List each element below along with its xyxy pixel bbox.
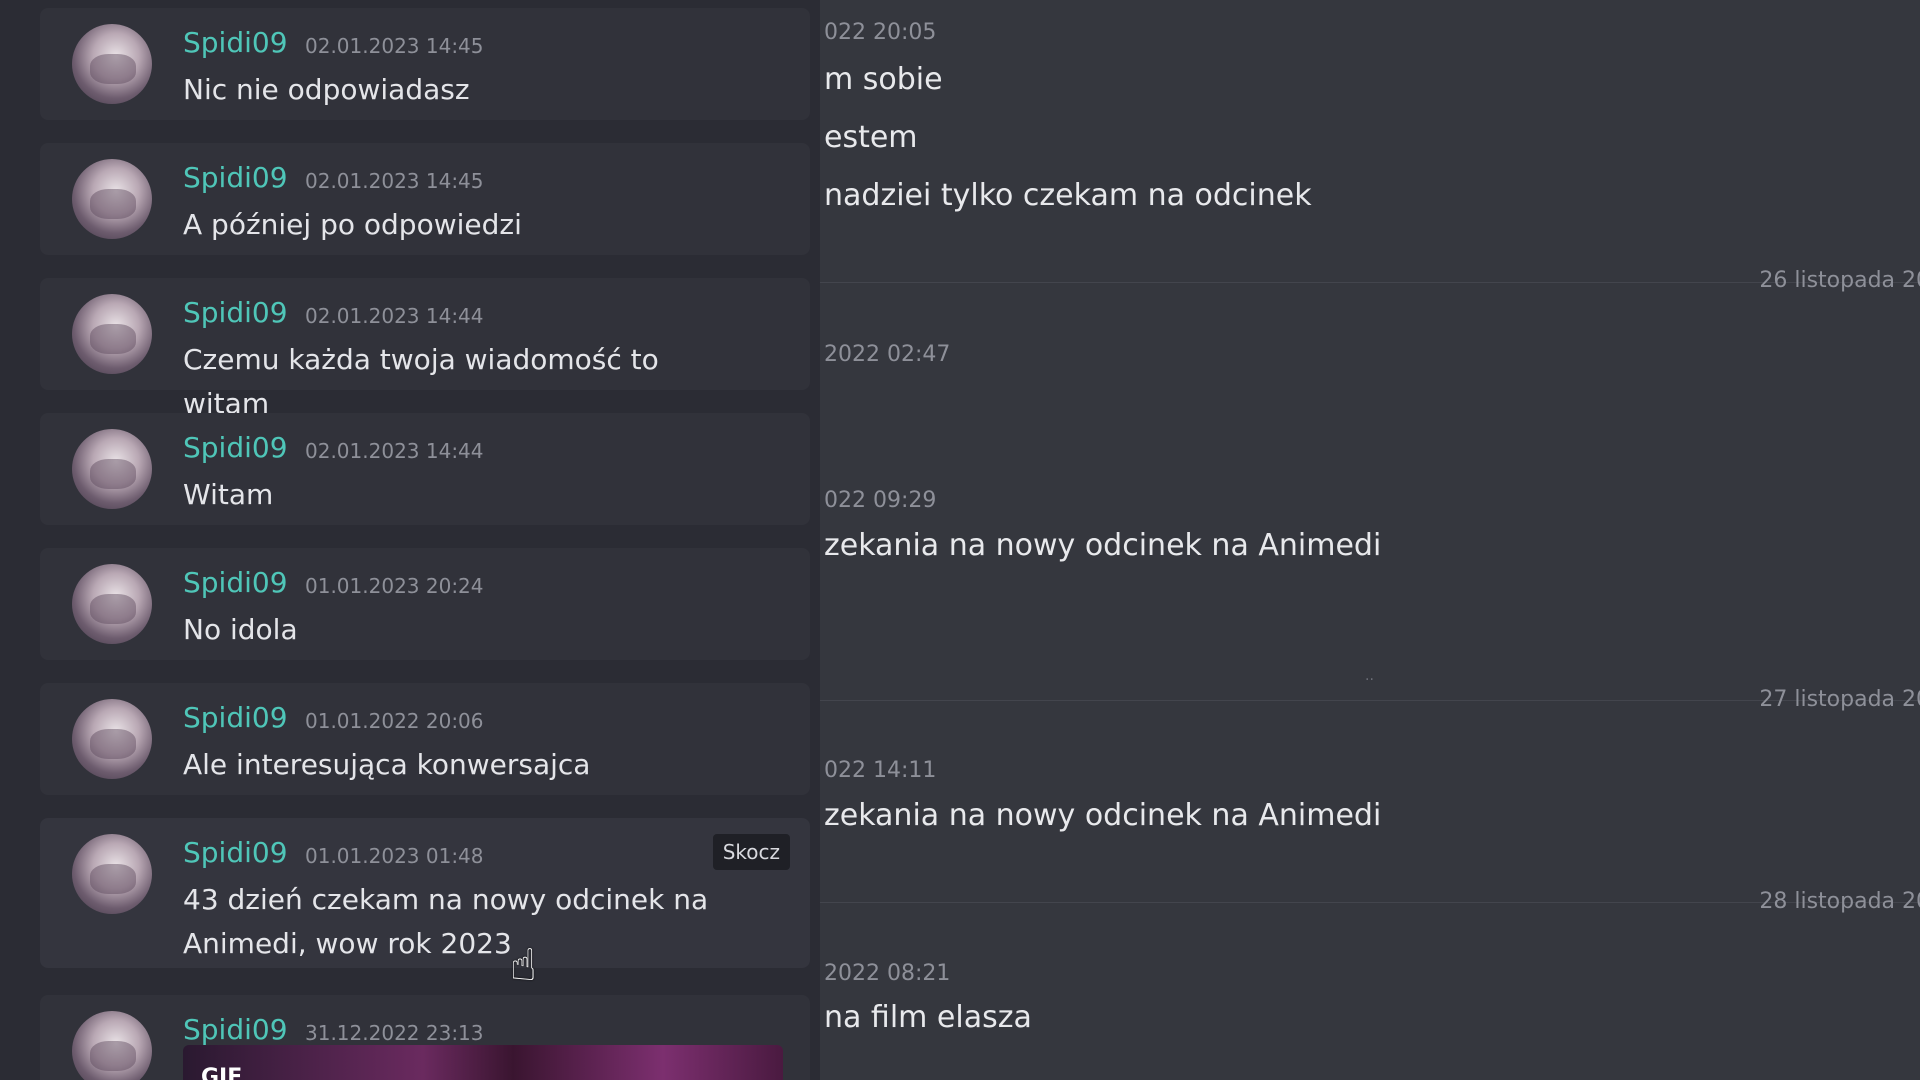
message-text: m sobie xyxy=(824,62,943,97)
search-result-hovered[interactable]: Spidi09 01.01.2023 01:48 Skocz 43 dzień … xyxy=(40,818,810,968)
date-divider-line xyxy=(820,700,1920,701)
message-text: estem xyxy=(824,120,918,155)
search-results-panel: Spidi09 02.01.2023 14:45 Nic nie odpowia… xyxy=(30,0,820,1080)
date-divider-label: 27 listopada 20 xyxy=(1759,687,1920,712)
gif-label: GIF xyxy=(201,1065,243,1080)
user-avatar[interactable] xyxy=(72,1011,152,1080)
search-result[interactable]: Spidi09 31.12.2022 23:13 GIF xyxy=(40,995,810,1080)
user-avatar[interactable] xyxy=(72,564,152,644)
search-result[interactable]: Spidi09 01.01.2023 20:24 No idola xyxy=(40,548,810,660)
result-timestamp: 02.01.2023 14:44 xyxy=(305,304,484,328)
result-timestamp: 01.01.2023 20:24 xyxy=(305,574,484,598)
result-timestamp: 01.01.2023 01:48 xyxy=(305,844,484,868)
result-message-text: Ale interesująca konwersajca xyxy=(183,748,591,781)
search-result[interactable]: Spidi09 01.01.2022 20:06 Ale interesując… xyxy=(40,683,810,795)
result-author[interactable]: Spidi09 xyxy=(183,1013,288,1046)
separator-dot: ·· xyxy=(1365,672,1374,688)
message-timestamp: 022 09:29 xyxy=(824,488,937,513)
server-gutter xyxy=(0,0,30,1080)
result-message-text: No idola xyxy=(183,613,298,646)
search-result[interactable]: Spidi09 02.01.2023 14:45 A później po od… xyxy=(40,143,810,255)
date-divider-line xyxy=(820,282,1920,283)
result-message-text: 43 dzień czekam na nowy odcinek na Anime… xyxy=(183,883,709,960)
user-avatar[interactable] xyxy=(72,24,152,104)
message-timestamp: 022 20:05 xyxy=(824,20,937,45)
result-author[interactable]: Spidi09 xyxy=(183,26,288,59)
gif-attachment[interactable]: GIF xyxy=(183,1045,783,1080)
user-avatar[interactable] xyxy=(72,159,152,239)
user-avatar[interactable] xyxy=(72,834,152,914)
message-timestamp: 2022 08:21 xyxy=(824,961,951,986)
result-timestamp: 02.01.2023 14:45 xyxy=(305,34,484,58)
date-divider-label: 26 listopada 20 xyxy=(1759,268,1920,293)
jump-button[interactable]: Skocz xyxy=(712,834,790,870)
hand-pointer-icon: ☝ xyxy=(510,940,537,991)
message-text: zekania na nowy odcinek na Animedi xyxy=(824,798,1382,833)
result-author[interactable]: Spidi09 xyxy=(183,836,288,869)
result-message-text: Witam xyxy=(183,478,274,511)
result-message-text: Nic nie odpowiadasz xyxy=(183,73,470,106)
result-timestamp: 02.01.2023 14:44 xyxy=(305,439,484,463)
message-text: nadziei tylko czekam na odcinek xyxy=(824,178,1312,213)
search-result[interactable]: Spidi09 02.01.2023 14:44 Czemu każda two… xyxy=(40,278,810,420)
result-author[interactable]: Spidi09 xyxy=(183,701,288,734)
date-divider-line xyxy=(820,902,1920,903)
search-result[interactable]: Spidi09 02.01.2023 14:45 Nic nie odpowia… xyxy=(40,8,810,120)
user-avatar[interactable] xyxy=(72,294,152,374)
user-avatar[interactable] xyxy=(72,429,152,509)
result-author[interactable]: Spidi09 xyxy=(183,566,288,599)
date-divider-label: 28 listopada 20 xyxy=(1759,889,1920,914)
result-author[interactable]: Spidi09 xyxy=(183,161,288,194)
result-message-text: A później po odpowiedzi xyxy=(183,208,522,241)
result-timestamp: 31.12.2022 23:13 xyxy=(305,1021,484,1045)
result-timestamp: 01.01.2022 20:06 xyxy=(305,709,484,733)
search-result[interactable]: Spidi09 02.01.2023 14:44 Witam xyxy=(40,413,810,525)
message-timestamp: 022 14:11 xyxy=(824,758,937,783)
result-timestamp: 02.01.2023 14:45 xyxy=(305,169,484,193)
chat-messages-area: 022 20:05 m sobie estem nadziei tylko cz… xyxy=(820,0,1920,1080)
user-avatar[interactable] xyxy=(72,699,152,779)
result-author[interactable]: Spidi09 xyxy=(183,296,288,329)
result-author[interactable]: Spidi09 xyxy=(183,431,288,464)
message-timestamp: 2022 02:47 xyxy=(824,342,951,367)
message-text: zekania na nowy odcinek na Animedi xyxy=(824,528,1382,563)
message-text: na film elasza xyxy=(824,1000,1032,1035)
